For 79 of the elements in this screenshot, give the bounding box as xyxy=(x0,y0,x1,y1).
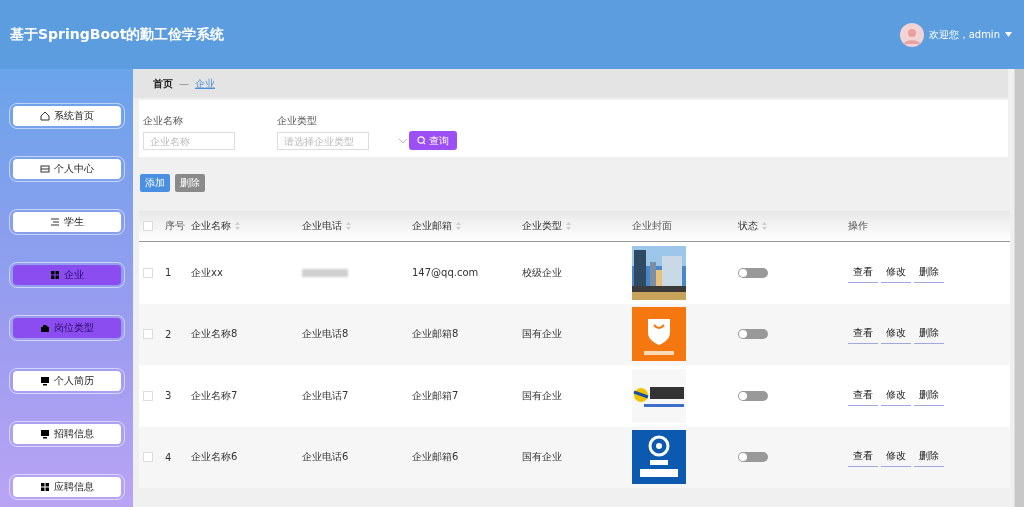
table-cell: 企业邮箱8 xyxy=(412,328,459,340)
breadcrumb-home[interactable]: 首页 xyxy=(153,76,173,91)
table-cell: 3 xyxy=(165,390,172,402)
table-cell: 147@qq.com xyxy=(412,267,479,279)
table-cell: 国有企业 xyxy=(522,389,562,401)
table-cell: 企业电话8 xyxy=(302,328,349,340)
row-checkbox[interactable] xyxy=(143,390,153,401)
row-action-button[interactable]: 查看 xyxy=(848,262,878,283)
column-header[interactable]: 企业电话 xyxy=(302,219,342,233)
table-cell: 校级企业 xyxy=(522,266,562,278)
sort-icon[interactable] xyxy=(566,222,571,230)
column-header: 操作 xyxy=(848,219,868,233)
grid-icon xyxy=(49,270,60,280)
search-icon xyxy=(417,136,426,145)
row-action-button[interactable]: 修改 xyxy=(881,447,911,468)
chevron-icon[interactable] xyxy=(399,138,407,144)
table-cell: 企业邮箱7 xyxy=(412,389,459,401)
select-all-checkbox[interactable] xyxy=(143,221,153,231)
table-cell: 国有企业 xyxy=(522,451,562,463)
bag-icon xyxy=(39,323,50,333)
field-label: 企业类型 xyxy=(277,114,318,128)
sidebar-item[interactable]: 招聘信息 xyxy=(12,424,121,444)
row-action-button[interactable]: 查看 xyxy=(848,324,878,345)
sort-icon[interactable] xyxy=(235,222,240,230)
table-cell: 2 xyxy=(165,328,172,340)
monitor-icon xyxy=(39,429,50,439)
status-toggle[interactable] xyxy=(738,267,768,278)
search-button[interactable]: 查询 xyxy=(409,131,457,150)
table-cell: 企业名称7 xyxy=(191,389,238,401)
caret-icon[interactable] xyxy=(1005,32,1012,37)
table-cell: 企业名称6 xyxy=(191,451,238,463)
table-cell: 4 xyxy=(165,451,172,463)
row-action-button[interactable]: 删除 xyxy=(914,262,944,283)
sidebar-item[interactable]: 个人简历 xyxy=(12,371,121,391)
sidebar-item[interactable]: 系统首页 xyxy=(12,106,121,126)
list-icon xyxy=(49,217,60,227)
scrollbar[interactable] xyxy=(1014,69,1024,507)
table-cell: 企业邮箱6 xyxy=(412,451,459,463)
table-cell: 企业电话6 xyxy=(302,451,349,463)
app-title: 基于SpringBoot的勤工俭学系统 xyxy=(10,25,225,44)
sort-icon[interactable] xyxy=(456,222,461,230)
card-icon xyxy=(39,164,50,174)
status-toggle[interactable] xyxy=(738,390,768,401)
sidebar-item[interactable]: 学生 xyxy=(12,212,121,232)
status-toggle[interactable] xyxy=(738,452,768,463)
row-action-button[interactable]: 查看 xyxy=(848,447,878,468)
table-cell: 企业电话7 xyxy=(302,389,349,401)
table-cell: 1 xyxy=(165,267,172,279)
breadcrumb-separator: — xyxy=(179,78,189,89)
column-header: 企业封面 xyxy=(632,219,672,233)
row-action-button[interactable]: 删除 xyxy=(914,385,944,406)
column-header[interactable]: 企业类型 xyxy=(522,219,562,233)
column-header[interactable]: 状态 xyxy=(738,219,758,233)
row-action-button[interactable]: 删除 xyxy=(914,447,944,468)
table-cell: 国有企业 xyxy=(522,328,562,340)
column-header: 序号 xyxy=(165,219,185,233)
sort-icon[interactable] xyxy=(762,222,767,230)
table-cell: 企业名称8 xyxy=(191,328,238,340)
row-action-button[interactable]: 修改 xyxy=(881,324,911,345)
name-input[interactable]: 企业名称 xyxy=(143,132,235,150)
row-action-button[interactable]: 查看 xyxy=(848,385,878,406)
row-action-button[interactable]: 修改 xyxy=(881,262,911,283)
row-action-button[interactable]: 修改 xyxy=(881,385,911,406)
table-cell: 企业xx xyxy=(191,266,223,278)
row-checkbox[interactable] xyxy=(143,329,153,340)
status-toggle[interactable] xyxy=(738,329,768,340)
monitor-icon xyxy=(39,376,50,386)
sort-icon[interactable] xyxy=(346,222,351,230)
column-header[interactable]: 企业邮箱 xyxy=(412,219,452,233)
column-header[interactable]: 企业名称 xyxy=(191,219,231,233)
row-action-button[interactable]: 删除 xyxy=(914,324,944,345)
avatar-icon[interactable] xyxy=(899,22,924,47)
home-icon xyxy=(39,111,50,121)
row-checkbox[interactable] xyxy=(143,267,153,278)
row-checkbox[interactable] xyxy=(143,452,153,463)
grid-icon xyxy=(39,482,50,492)
field-label: 企业名称 xyxy=(143,114,184,128)
sidebar-item[interactable]: 个人中心 xyxy=(12,159,121,179)
sidebar-item[interactable]: 应聘信息 xyxy=(12,477,121,497)
